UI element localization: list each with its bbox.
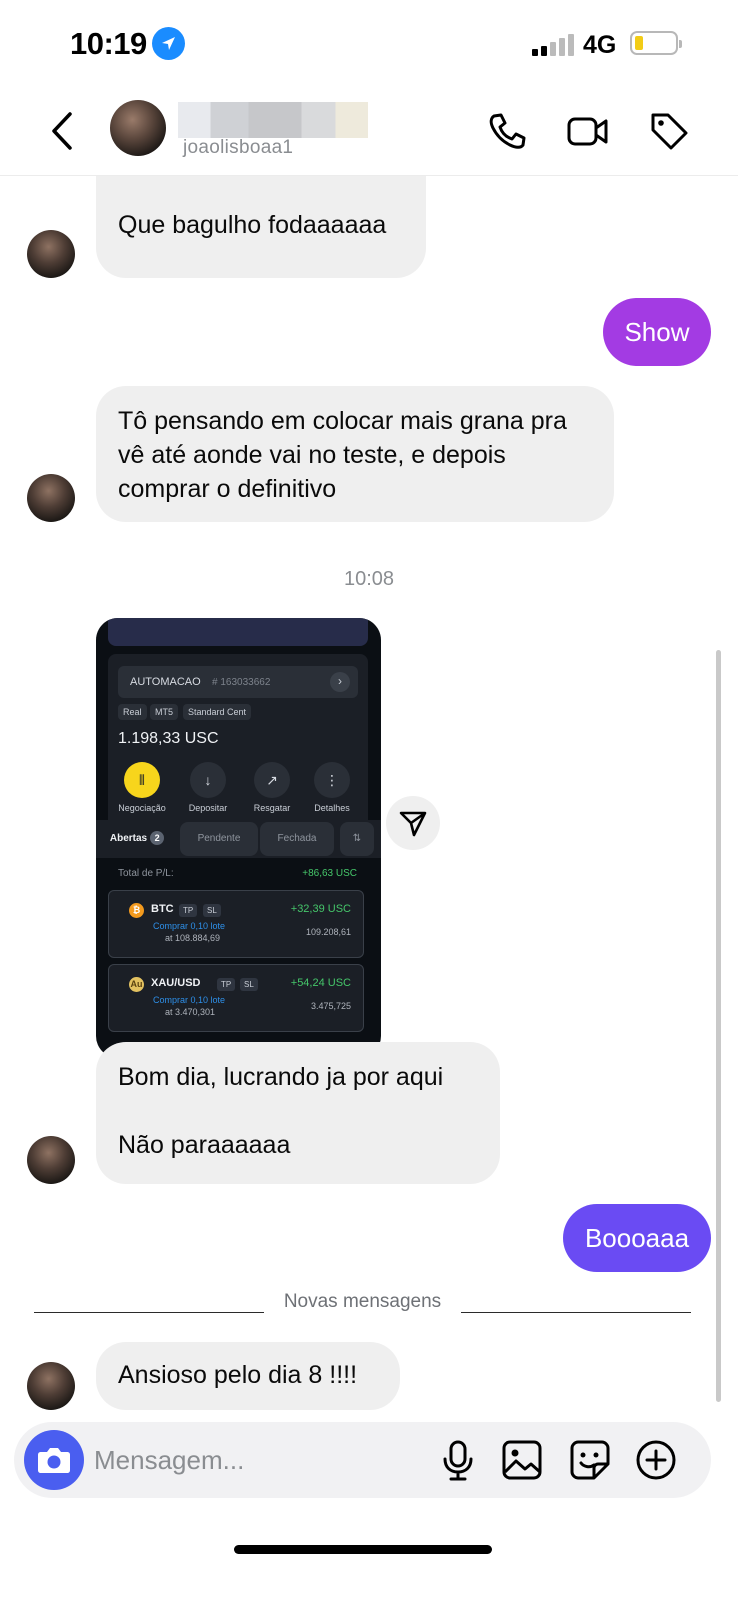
plus-circle-icon bbox=[636, 1440, 676, 1480]
tab-pending: Pendente bbox=[180, 822, 258, 856]
message-input[interactable] bbox=[94, 1436, 424, 1484]
total-pl-label: Total de P/L: bbox=[118, 868, 174, 879]
position-open-price: at 3.470,301 bbox=[165, 1007, 216, 1017]
position-current-price: 109.208,61 bbox=[305, 927, 351, 937]
phone-icon bbox=[489, 113, 526, 149]
sl-badge: SL bbox=[203, 904, 221, 917]
add-button[interactable] bbox=[634, 1438, 678, 1482]
action-label: Detalhes bbox=[314, 803, 350, 813]
position-symbol: BTC bbox=[151, 903, 174, 915]
back-arrow-icon bbox=[52, 112, 72, 150]
chat-header: joaolisboaa1 bbox=[0, 88, 738, 176]
outgoing-message[interactable]: Show bbox=[603, 298, 711, 366]
camera-icon bbox=[38, 1448, 70, 1473]
sender-avatar[interactable] bbox=[27, 230, 75, 278]
position-profit: +54,24 USC bbox=[290, 977, 351, 989]
sort-icon: ⇅ bbox=[340, 822, 374, 856]
account-selector: AUTOMACAO # 163033662 › bbox=[118, 666, 358, 698]
account-tag: Real bbox=[118, 704, 147, 720]
account-name: AUTOMACAO bbox=[130, 676, 201, 688]
action-label: Negociação bbox=[118, 803, 166, 813]
tp-badge: TP bbox=[217, 978, 236, 991]
new-messages-divider: Novas mensagens bbox=[34, 1291, 691, 1313]
tag-icon bbox=[651, 113, 688, 150]
battery-icon bbox=[630, 31, 682, 55]
contact-username[interactable]: joaolisboaa1 bbox=[183, 137, 293, 159]
tab-open-label: Abertas bbox=[109, 833, 148, 844]
position-profit: +32,39 USC bbox=[290, 903, 351, 915]
sender-avatar[interactable] bbox=[27, 474, 75, 522]
gold-coin-icon: Au bbox=[129, 977, 144, 992]
candlestick-icon: ⫴ bbox=[124, 762, 160, 798]
chevron-right-icon: › bbox=[330, 672, 350, 692]
incoming-message[interactable]: Ansioso pelo dia 8 !!!! bbox=[96, 1342, 400, 1410]
orders-tabs: Abertas 2 Pendente Fechada ⇅ bbox=[96, 820, 381, 858]
home-indicator bbox=[234, 1545, 492, 1554]
account-tag: Standard Cent bbox=[183, 704, 252, 720]
new-messages-label: Novas mensagens bbox=[283, 1291, 442, 1312]
camera-button[interactable] bbox=[24, 1430, 84, 1490]
location-arrow-icon bbox=[152, 27, 185, 60]
account-balance: 1.198,33 USC bbox=[118, 730, 219, 747]
deposit-icon: ↓ bbox=[190, 762, 226, 798]
signal-icon bbox=[532, 34, 574, 56]
sl-badge: SL bbox=[240, 978, 258, 991]
position-current-price: 3.475,725 bbox=[310, 1001, 351, 1011]
share-button[interactable] bbox=[386, 796, 440, 850]
shared-image[interactable]: AUTOMACAO # 163033662 › Real MT5 Standar… bbox=[96, 618, 381, 1058]
message-text: Show bbox=[624, 317, 690, 347]
position-card: ₿ BTC TP SL +32,39 USC Comprar 0,10 lote… bbox=[108, 890, 364, 958]
gallery-icon bbox=[502, 1440, 542, 1480]
sender-avatar[interactable] bbox=[27, 1136, 75, 1184]
position-order: Comprar 0,10 lote bbox=[153, 921, 226, 931]
position-order: Comprar 0,10 lote bbox=[153, 995, 226, 1005]
back-button[interactable] bbox=[44, 106, 84, 156]
withdraw-icon: ↗ bbox=[254, 762, 290, 798]
video-icon bbox=[567, 117, 608, 146]
tab-closed: Fechada bbox=[260, 822, 334, 856]
action-label: Resgatar bbox=[253, 803, 291, 813]
message-text: Ansioso pelo dia 8 !!!! bbox=[118, 1361, 358, 1389]
tab-open: Abertas 2 bbox=[96, 820, 178, 858]
more-icon: ⋮ bbox=[314, 762, 350, 798]
tag-button[interactable] bbox=[648, 110, 690, 152]
contact-avatar[interactable] bbox=[110, 100, 166, 156]
send-icon bbox=[399, 811, 427, 837]
microphone-icon bbox=[443, 1440, 473, 1481]
action-label: Depositar bbox=[188, 803, 228, 813]
account-id: # 163033662 bbox=[212, 677, 271, 688]
microphone-button[interactable] bbox=[436, 1438, 480, 1482]
tp-badge: TP bbox=[179, 904, 198, 917]
gallery-button[interactable] bbox=[500, 1438, 544, 1482]
account-tag: MT5 bbox=[150, 704, 178, 720]
message-text: Tô pensando em colocar mais grana pra vê… bbox=[118, 407, 567, 503]
contact-name-redacted[interactable] bbox=[178, 102, 368, 138]
sticker-button[interactable] bbox=[568, 1438, 612, 1482]
tab-open-count: 2 bbox=[150, 831, 165, 845]
scrollbar[interactable] bbox=[716, 650, 721, 1402]
bitcoin-icon: ₿ bbox=[129, 903, 144, 918]
message-text: Boooaaa bbox=[584, 1223, 690, 1253]
message-timestamp: 10:08 bbox=[343, 568, 395, 590]
position-card: Au XAU/USD TP SL +54,24 USC Comprar 0,10… bbox=[108, 964, 364, 1032]
message-text: Bom dia, lucrando ja por aqui Não paraaa… bbox=[118, 1063, 444, 1159]
status-time: 10:19 bbox=[70, 26, 147, 61]
position-symbol: XAU/USD bbox=[151, 977, 201, 989]
phone-call-button[interactable] bbox=[486, 110, 528, 152]
status-bar: 10:19 4G bbox=[0, 0, 738, 88]
sticker-icon bbox=[570, 1440, 610, 1480]
total-pl-value: +86,63 USC bbox=[302, 868, 357, 879]
image-topbar bbox=[108, 618, 368, 646]
outgoing-message[interactable]: Boooaaa bbox=[563, 1204, 711, 1272]
message-composer bbox=[14, 1422, 711, 1498]
incoming-message[interactable]: Bom dia, lucrando ja por aqui Não paraaa… bbox=[96, 1042, 500, 1184]
sender-avatar[interactable] bbox=[27, 1362, 75, 1410]
position-open-price: at 108.884,69 bbox=[165, 933, 221, 943]
video-call-button[interactable] bbox=[566, 110, 608, 152]
incoming-message[interactable]: Tô pensando em colocar mais grana pra vê… bbox=[96, 386, 614, 522]
network-type: 4G bbox=[583, 31, 617, 59]
